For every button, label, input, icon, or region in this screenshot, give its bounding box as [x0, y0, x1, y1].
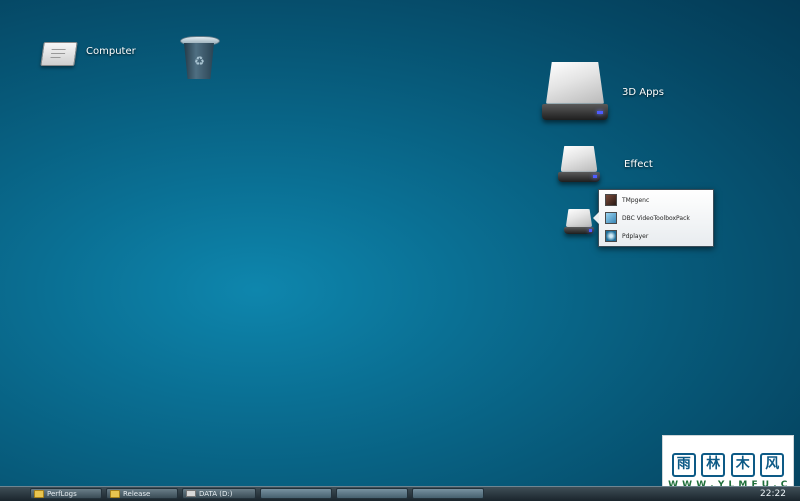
- watermark-logo: 雨 林 木 风: [669, 453, 787, 477]
- dbc-video-icon: [605, 212, 617, 224]
- drive-3d-apps-label[interactable]: 3D Apps: [622, 87, 664, 98]
- popup-item-label: DBC VideoToolboxPack: [622, 214, 690, 222]
- popup-item-tmpgenc[interactable]: TMpgenc: [605, 193, 649, 207]
- taskbar-button-release[interactable]: Release: [106, 488, 178, 499]
- drive-icon: [186, 490, 196, 497]
- drive-popup-menu: TMpgenc DBC VideoToolboxPack Pdplayer: [593, 189, 714, 247]
- popup-item-pdplayer[interactable]: Pdplayer: [605, 229, 648, 243]
- taskbar: PerfLogs Release DATA (D:): [0, 486, 800, 501]
- popup-item-dbc-videotoolboxpack[interactable]: DBC VideoToolboxPack: [605, 211, 690, 225]
- taskbar-button-blurred-2[interactable]: [336, 488, 408, 499]
- folder-icon: [34, 489, 44, 498]
- taskbar-button-data-d[interactable]: DATA (D:): [182, 488, 256, 499]
- pdplayer-icon: [605, 230, 617, 242]
- drive-small-icon[interactable]: [564, 209, 594, 234]
- recycle-bin-icon[interactable]: ♻: [180, 36, 220, 80]
- popup-item-label: Pdplayer: [622, 232, 649, 240]
- taskbar-button-label: DATA (D:): [199, 489, 233, 498]
- taskbar-button-label: Release: [123, 489, 151, 498]
- computer-label[interactable]: Computer: [86, 46, 136, 57]
- taskbar-button-perflogs[interactable]: PerfLogs: [30, 488, 102, 499]
- taskbar-clock[interactable]: 22:22: [760, 489, 786, 499]
- tmpgenc-icon: [605, 194, 617, 206]
- taskbar-button-blurred-3[interactable]: [412, 488, 484, 499]
- folder-icon: [110, 489, 120, 498]
- drive-3d-apps-icon[interactable]: [542, 62, 608, 120]
- computer-icon[interactable]: [40, 38, 78, 68]
- taskbar-button-label: PerfLogs: [47, 489, 77, 498]
- taskbar-button-blurred-1[interactable]: [260, 488, 332, 499]
- drive-effect-icon[interactable]: [558, 146, 600, 182]
- drive-effect-label[interactable]: Effect: [624, 159, 653, 170]
- popup-item-label: TMpgenc: [622, 196, 650, 204]
